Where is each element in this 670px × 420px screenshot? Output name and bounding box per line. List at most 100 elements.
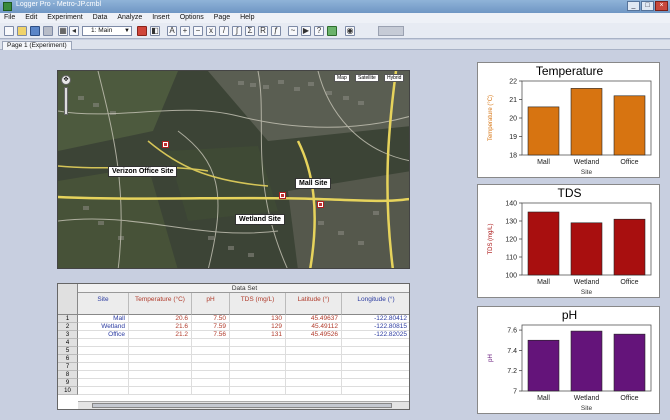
- table-cell[interactable]: [230, 371, 286, 379]
- map-type-satellite[interactable]: Satellite: [355, 74, 379, 82]
- table-cell[interactable]: [78, 339, 129, 347]
- row-number[interactable]: 7: [58, 363, 78, 371]
- integral-icon[interactable]: ∫: [232, 26, 242, 36]
- minimize-button[interactable]: _: [627, 1, 640, 11]
- table-cell[interactable]: [230, 379, 286, 387]
- column-header-tds[interactable]: TDS (mg/L): [230, 293, 286, 315]
- save-icon[interactable]: [30, 26, 40, 36]
- menu-help[interactable]: Help: [236, 13, 258, 22]
- curve-fit-icon[interactable]: ƒ: [271, 26, 281, 36]
- table-cell[interactable]: [78, 355, 129, 363]
- site-marker[interactable]: [317, 201, 324, 208]
- column-header-site[interactable]: Site: [78, 293, 129, 315]
- menu-experiment[interactable]: Experiment: [43, 13, 86, 22]
- table-cell[interactable]: [342, 355, 409, 363]
- menu-page[interactable]: Page: [210, 13, 234, 22]
- table-cell[interactable]: -122.80815: [342, 323, 409, 331]
- collect-button[interactable]: [378, 26, 404, 36]
- row-number[interactable]: 9: [58, 379, 78, 387]
- table-cell[interactable]: -122.80412: [342, 315, 409, 323]
- menu-data[interactable]: Data: [89, 13, 112, 22]
- table-cell[interactable]: 21.6: [129, 323, 192, 331]
- table-cell[interactable]: [78, 347, 129, 355]
- table-cell[interactable]: [192, 363, 230, 371]
- table-cell[interactable]: 21.2: [129, 331, 192, 339]
- table-cell[interactable]: 7.56: [192, 331, 230, 339]
- table-cell[interactable]: [192, 371, 230, 379]
- scrollbar-thumb[interactable]: [92, 403, 392, 408]
- table-cell[interactable]: 130: [230, 315, 286, 323]
- table-cell[interactable]: [286, 347, 342, 355]
- table-cell[interactable]: [286, 387, 342, 395]
- table-cell[interactable]: [129, 379, 192, 387]
- autoscale-icon[interactable]: A: [167, 26, 177, 36]
- row-number[interactable]: 3: [58, 331, 78, 339]
- temperature-chart[interactable]: 18 19 20 21 22 Mall Wetland Office Site Temperatu…: [477, 62, 660, 178]
- menu-edit[interactable]: Edit: [21, 13, 41, 22]
- row-number[interactable]: 8: [58, 371, 78, 379]
- pan-control-icon[interactable]: ✥: [61, 75, 71, 85]
- linear-fit-icon[interactable]: R: [258, 26, 268, 36]
- page-prev-icon[interactable]: ◂: [69, 26, 79, 36]
- table-cell[interactable]: -122.82025: [342, 331, 409, 339]
- tangent-icon[interactable]: /: [219, 26, 229, 36]
- table-cell[interactable]: 7.50: [192, 315, 230, 323]
- table-cell[interactable]: 7.59: [192, 323, 230, 331]
- table-cell[interactable]: [230, 347, 286, 355]
- satellite-map[interactable]: ✥ Map Satellite Hybrid Verizon Office Si…: [57, 70, 410, 269]
- horizontal-scrollbar[interactable]: [78, 401, 409, 409]
- table-cell[interactable]: [342, 379, 409, 387]
- column-header-longitude[interactable]: Longitude (°): [342, 293, 409, 315]
- site-marker[interactable]: [162, 141, 169, 148]
- row-number[interactable]: 5: [58, 347, 78, 355]
- table-cell[interactable]: [129, 363, 192, 371]
- site-marker[interactable]: [279, 192, 286, 199]
- print-icon[interactable]: [43, 26, 53, 36]
- open-folder-icon[interactable]: [17, 26, 27, 36]
- menu-file[interactable]: File: [0, 13, 19, 22]
- table-cell[interactable]: [342, 339, 409, 347]
- video-icon[interactable]: ▶: [301, 26, 311, 36]
- table-cell[interactable]: [192, 339, 230, 347]
- row-number[interactable]: 1: [58, 315, 78, 323]
- table-cell[interactable]: [342, 371, 409, 379]
- menu-insert[interactable]: Insert: [148, 13, 174, 22]
- table-cell[interactable]: 20.6: [129, 315, 192, 323]
- table-cell[interactable]: 45.49637: [286, 315, 342, 323]
- table-cell[interactable]: [286, 379, 342, 387]
- new-file-icon[interactable]: [4, 26, 14, 36]
- model-icon[interactable]: ~: [288, 26, 298, 36]
- menu-analyze[interactable]: Analyze: [113, 13, 146, 22]
- table-icon[interactable]: ▦: [58, 26, 68, 36]
- table-cell[interactable]: [129, 371, 192, 379]
- datasets-icon[interactable]: [327, 26, 337, 36]
- zoom-out-icon[interactable]: −: [193, 26, 203, 36]
- table-cell[interactable]: 129: [230, 323, 286, 331]
- table-cell[interactable]: [78, 363, 129, 371]
- table-cell[interactable]: [129, 355, 192, 363]
- zoom-slider[interactable]: [64, 87, 68, 115]
- statistics-icon[interactable]: Σ: [245, 26, 255, 36]
- menu-options[interactable]: Options: [176, 13, 208, 22]
- page-select[interactable]: 1: Main ▼: [82, 26, 132, 36]
- tds-chart[interactable]: 100 110 120 130 140 Mall Wetland Office Site TDS …: [477, 184, 660, 298]
- row-number[interactable]: 6: [58, 355, 78, 363]
- table-cell[interactable]: [192, 387, 230, 395]
- table-cell[interactable]: Mall: [78, 315, 129, 323]
- row-number[interactable]: 4: [58, 339, 78, 347]
- table-cell[interactable]: [78, 387, 129, 395]
- tab-page-1[interactable]: Page 1 (Experiment): [2, 41, 72, 50]
- table-cell[interactable]: [129, 339, 192, 347]
- table-cell[interactable]: [230, 355, 286, 363]
- table-cell[interactable]: 131: [230, 331, 286, 339]
- table-cell[interactable]: [230, 387, 286, 395]
- column-header-ph[interactable]: pH: [192, 293, 230, 315]
- column-header-temperature[interactable]: Temperature (°C): [129, 293, 192, 315]
- table-cell[interactable]: [129, 387, 192, 395]
- table-cell[interactable]: Wetland: [78, 323, 129, 331]
- table-cell[interactable]: [342, 347, 409, 355]
- row-number[interactable]: 2: [58, 323, 78, 331]
- row-number[interactable]: 10: [58, 387, 78, 395]
- table-cell[interactable]: [286, 371, 342, 379]
- table-cell[interactable]: [78, 379, 129, 387]
